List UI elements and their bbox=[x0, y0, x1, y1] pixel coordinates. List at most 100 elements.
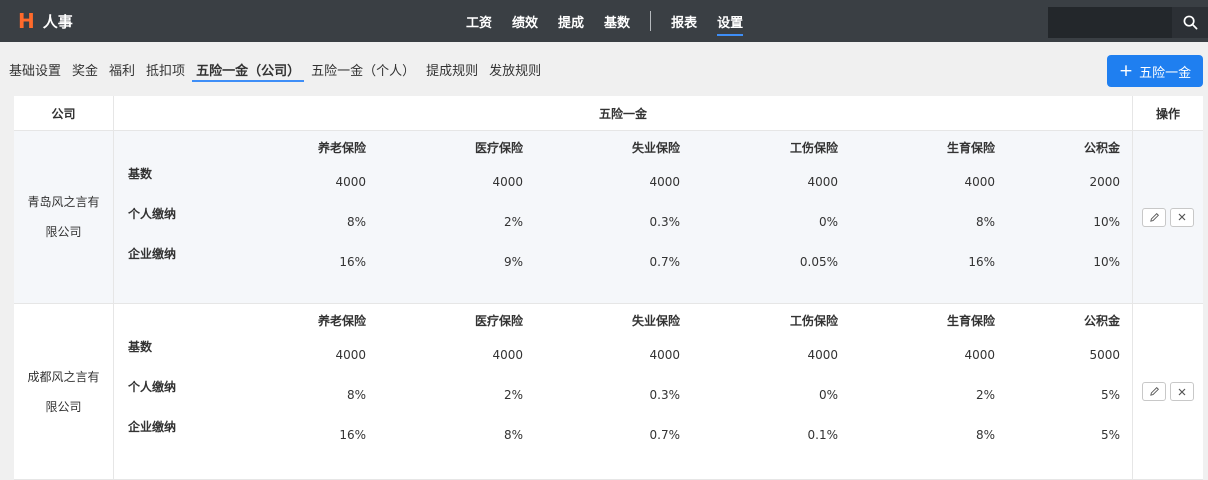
value-cell: 5% bbox=[1100, 388, 1120, 402]
row-label: 企业缴纳 bbox=[128, 420, 177, 434]
value-cell: 16% bbox=[339, 255, 366, 269]
table-row: 成都风之言有限公司 养老保险 医疗保险 失业保险 工伤保险 生育保险 公积金基数 4000 40… bbox=[14, 304, 1203, 480]
value-cell: 0.1% bbox=[807, 428, 839, 442]
value-cell: 4000 bbox=[964, 348, 995, 362]
tab-insurance-company[interactable]: 五险一金（公司） bbox=[192, 54, 305, 82]
column-header: 生育保险 bbox=[946, 314, 995, 328]
row-actions bbox=[1132, 304, 1203, 479]
nav-divider bbox=[650, 11, 652, 31]
company-name: 青岛风之言有限公司 bbox=[14, 131, 114, 303]
tab-deductions[interactable]: 抵扣项 bbox=[142, 54, 189, 82]
column-header: 工伤保险 bbox=[789, 141, 838, 155]
value-cell: 2000 bbox=[1089, 175, 1120, 189]
settings-tabs: 基础设置 奖金 福利 抵扣项 五险一金（公司） 五险一金（个人） 提成规则 发放… bbox=[0, 54, 548, 84]
value-cell: 16% bbox=[339, 428, 366, 442]
edit-button[interactable] bbox=[1142, 382, 1166, 401]
search-icon bbox=[1183, 15, 1197, 30]
table-header: 公司 五险一金 操作 bbox=[14, 96, 1203, 131]
add-button-label: 五险一金 bbox=[1139, 65, 1192, 81]
value-cell: 0.7% bbox=[649, 428, 681, 442]
edit-icon bbox=[1149, 212, 1159, 222]
value-cell: 4000 bbox=[649, 175, 680, 189]
header-actions: 操作 bbox=[1132, 96, 1203, 131]
row-actions bbox=[1132, 131, 1203, 303]
close-icon bbox=[1178, 388, 1186, 395]
edit-button[interactable] bbox=[1142, 207, 1166, 227]
column-header: 养老保险 bbox=[317, 314, 366, 328]
value-cell: 2% bbox=[503, 215, 523, 229]
column-header: 公积金 bbox=[1083, 314, 1120, 328]
tab-welfare[interactable]: 福利 bbox=[105, 54, 139, 82]
top-nav: 工资 绩效 提成 基数 报表 设置 bbox=[466, 0, 763, 42]
value-cell: 8% bbox=[346, 215, 366, 229]
search-button[interactable] bbox=[1172, 7, 1208, 38]
company-name: 成都风之言有限公司 bbox=[14, 304, 114, 479]
tab-insurance-personal[interactable]: 五险一金（个人） bbox=[307, 54, 419, 82]
value-cell: 0.05% bbox=[799, 255, 838, 269]
nav-item-commission[interactable]: 提成 bbox=[558, 0, 584, 42]
column-header: 失业保险 bbox=[631, 314, 680, 328]
nav-item-salary[interactable]: 工资 bbox=[466, 0, 492, 42]
nav-item-settings[interactable]: 设置 bbox=[717, 0, 744, 42]
value-cell: 4000 bbox=[335, 175, 366, 189]
value-cell: 8% bbox=[346, 388, 366, 402]
delete-button[interactable] bbox=[1170, 382, 1194, 401]
value-cell: 8% bbox=[975, 428, 995, 442]
value-cell: 4000 bbox=[964, 175, 995, 189]
value-cell: 4000 bbox=[807, 175, 838, 189]
column-header: 养老保险 bbox=[317, 141, 366, 155]
column-header: 医疗保险 bbox=[474, 314, 523, 328]
column-header: 生育保险 bbox=[946, 141, 995, 155]
close-icon bbox=[1178, 213, 1186, 221]
tab-payment-rules[interactable]: 发放规则 bbox=[485, 54, 545, 82]
table-row: 青岛风之言有限公司 养老保险 医疗保险 失业保险 工伤保险 生育保险 公积金基数 4000 40… bbox=[14, 131, 1203, 304]
column-header: 失业保险 bbox=[631, 141, 680, 155]
value-cell: 4000 bbox=[649, 348, 680, 362]
delete-button[interactable] bbox=[1170, 207, 1194, 227]
top-bar: H 人事 工资 绩效 提成 基数 报表 设置 bbox=[0, 0, 1208, 42]
value-cell: 5% bbox=[1100, 428, 1120, 442]
row-label: 基数 bbox=[128, 167, 153, 181]
row-label: 个人缴纳 bbox=[128, 207, 177, 221]
tab-basic-settings[interactable]: 基础设置 bbox=[0, 54, 65, 82]
edit-icon bbox=[1149, 387, 1159, 396]
tab-bonus[interactable]: 奖金 bbox=[68, 54, 102, 82]
header-insurance: 五险一金 bbox=[598, 107, 647, 121]
value-cell: 8% bbox=[975, 215, 995, 229]
value-cell: 4000 bbox=[492, 348, 523, 362]
value-cell: 9% bbox=[503, 255, 523, 269]
row-label: 个人缴纳 bbox=[128, 380, 177, 394]
value-cell: 10% bbox=[1093, 215, 1120, 229]
value-cell: 0.3% bbox=[649, 388, 681, 402]
value-cell: 4000 bbox=[492, 175, 523, 189]
value-cell: 5000 bbox=[1089, 348, 1120, 362]
value-cell: 4000 bbox=[335, 348, 366, 362]
app-title: 人事 bbox=[42, 12, 73, 31]
value-cell: 0.7% bbox=[649, 255, 681, 269]
nav-item-reports[interactable]: 报表 bbox=[671, 0, 697, 42]
row-label: 企业缴纳 bbox=[128, 247, 177, 261]
insurance-table: 公司 五险一金 操作 青岛风之言有限公司 养老保险 医疗保险 失业保险 工伤保险 生育保险… bbox=[14, 96, 1203, 480]
plus-icon: + bbox=[1118, 60, 1134, 81]
value-cell: 2% bbox=[503, 388, 523, 402]
column-header: 公积金 bbox=[1083, 141, 1120, 155]
tab-commission-rules[interactable]: 提成规则 bbox=[422, 54, 482, 82]
value-cell: 8% bbox=[503, 428, 523, 442]
column-header: 医疗保险 bbox=[474, 141, 523, 155]
search-input[interactable] bbox=[1048, 7, 1172, 38]
column-header: 工伤保险 bbox=[789, 314, 838, 328]
value-cell: 0% bbox=[818, 215, 838, 229]
nav-item-base[interactable]: 基数 bbox=[604, 0, 630, 42]
value-cell: 0.3% bbox=[649, 215, 681, 229]
value-cell: 4000 bbox=[807, 348, 838, 362]
value-cell: 0% bbox=[818, 388, 838, 402]
logo-icon: H bbox=[18, 9, 35, 33]
add-insurance-button[interactable]: + 五险一金 bbox=[1107, 55, 1203, 87]
app-logo[interactable]: H 人事 bbox=[18, 8, 73, 34]
value-cell: 16% bbox=[968, 255, 995, 269]
value-cell: 2% bbox=[975, 388, 995, 402]
value-cell: 10% bbox=[1093, 255, 1120, 269]
header-company: 公司 bbox=[14, 96, 114, 131]
row-label: 基数 bbox=[128, 340, 153, 354]
nav-item-performance[interactable]: 绩效 bbox=[512, 0, 538, 42]
